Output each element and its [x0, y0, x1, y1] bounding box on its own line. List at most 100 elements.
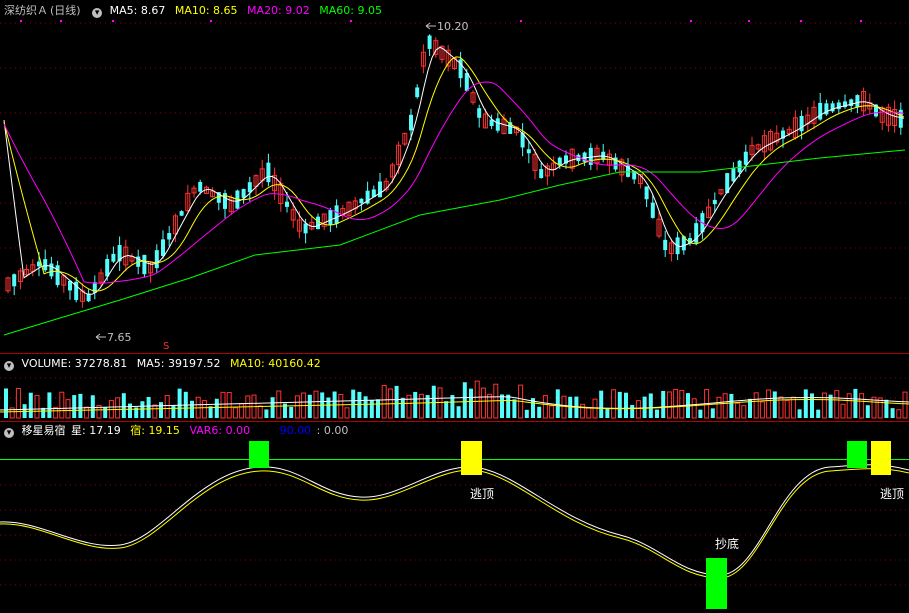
volume-bar	[865, 405, 870, 418]
su-line	[0, 468, 909, 579]
volume-bar	[611, 389, 617, 419]
candle-body	[43, 259, 48, 271]
volume-bar	[673, 388, 679, 419]
volume-bar	[524, 409, 529, 418]
bottom-fish-block	[706, 558, 727, 609]
marker-dot	[112, 20, 114, 22]
candle-body	[154, 250, 159, 269]
candle-body	[161, 239, 165, 257]
volume-bar	[146, 396, 151, 418]
volume-bar	[753, 392, 759, 419]
ma10-line	[3, 56, 905, 292]
marker-dot	[800, 20, 802, 22]
escape-top-label-2: 逃顶	[880, 487, 905, 501]
volume-bar	[480, 387, 486, 419]
volume-bar	[164, 395, 170, 419]
candle-body	[179, 211, 184, 216]
volume-bar	[555, 389, 560, 418]
volume-bar	[617, 391, 622, 418]
volume-bar	[84, 406, 90, 419]
ma60-line	[3, 149, 906, 336]
volume-bar	[716, 396, 722, 419]
volume-bar	[506, 394, 511, 418]
candle-body	[247, 182, 252, 193]
candle-body	[142, 254, 147, 275]
volume-bar	[220, 391, 226, 419]
candle-body	[266, 162, 271, 183]
volume-bar	[635, 400, 641, 419]
candle-body	[409, 114, 413, 131]
volume-bar	[344, 407, 350, 419]
volume-bar	[816, 409, 821, 418]
volume-bar	[239, 403, 245, 419]
candle-body	[650, 202, 655, 218]
volume-bar	[115, 397, 121, 419]
candle-body	[198, 181, 203, 192]
low-arrow	[95, 333, 106, 341]
candle-body	[799, 115, 804, 132]
volume-bar	[103, 407, 108, 418]
volume-bar	[902, 391, 908, 419]
stock-chart[interactable]	[0, 0, 909, 613]
candle-body	[712, 199, 717, 205]
volume-bar	[580, 403, 586, 419]
candle-body	[167, 233, 172, 240]
volume-bar	[840, 403, 846, 419]
volume-bar	[264, 409, 269, 418]
bottom-fish-label: 抄底	[715, 537, 740, 551]
volume-bar	[624, 392, 628, 418]
volume-bar	[561, 395, 567, 419]
volume-bar	[450, 395, 455, 418]
escape-top-label-1: 逃顶	[470, 487, 495, 501]
volume-bar	[599, 390, 604, 418]
volume-bar	[735, 402, 741, 419]
candle-body	[303, 223, 308, 234]
candle-body	[328, 210, 333, 225]
candle-body	[359, 198, 364, 204]
candle-body	[378, 181, 382, 198]
volume-bar	[586, 406, 592, 419]
volume-bar	[413, 391, 418, 418]
volume-bar	[741, 405, 747, 419]
volume-bar	[772, 391, 777, 418]
candle-body	[12, 274, 17, 287]
volume-bar	[381, 385, 387, 419]
volume-bar	[34, 394, 40, 419]
volume-bar	[784, 400, 790, 419]
volume-bar	[803, 389, 808, 418]
volume-bar	[140, 401, 145, 418]
volume-bar	[351, 389, 356, 418]
volume-bar	[121, 393, 126, 418]
sell-marker: S	[163, 341, 170, 352]
candle-body	[316, 216, 320, 230]
candle-body	[663, 239, 668, 251]
high-price-label: 10.20	[437, 20, 469, 33]
volume-bar	[276, 390, 282, 419]
volume-bar	[59, 391, 65, 419]
candle-body	[855, 95, 860, 108]
volume-bar	[226, 391, 232, 419]
volume-bar	[72, 395, 77, 418]
candle-body	[55, 265, 60, 286]
candle-body	[743, 151, 748, 165]
low-price-label: 7.65	[107, 331, 132, 344]
volume-bar	[376, 399, 380, 418]
volume-bar	[500, 394, 504, 418]
volume-bar	[679, 389, 685, 419]
volume-bar	[759, 401, 765, 419]
volume-bar	[642, 396, 647, 418]
volume-bar	[859, 393, 865, 419]
volume-bar	[896, 409, 902, 419]
star-line	[0, 464, 909, 576]
volume-bar	[201, 400, 207, 419]
ma20-line	[3, 81, 905, 284]
marker-dot	[20, 20, 22, 22]
volume-bar	[369, 400, 374, 418]
volume-bar	[666, 391, 672, 419]
candle-body	[334, 205, 339, 224]
volume-bar	[810, 393, 814, 418]
volume-bar	[313, 390, 319, 419]
escape-top-block	[461, 441, 482, 475]
volume-bar	[790, 396, 796, 419]
candle-body	[105, 258, 110, 277]
